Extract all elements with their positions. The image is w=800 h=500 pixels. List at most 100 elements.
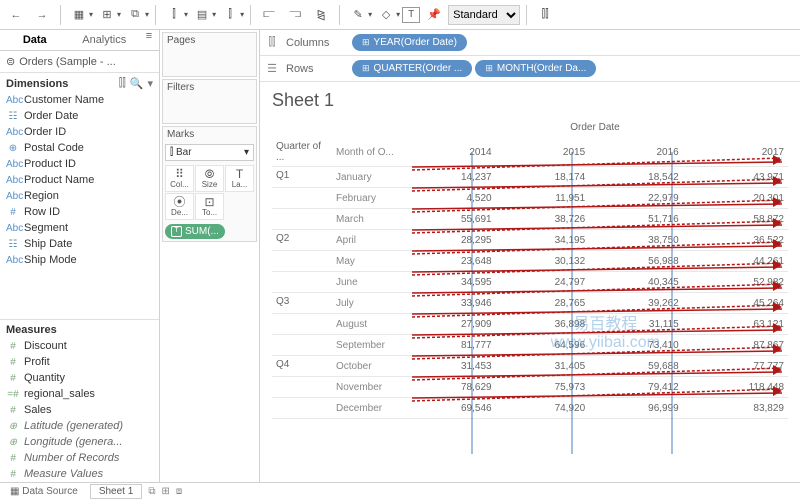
- field-pill[interactable]: ⊞YEAR(Order Date): [352, 34, 467, 51]
- field-item[interactable]: AbcProduct ID: [0, 156, 159, 172]
- quarter-header: Quarter of ...: [272, 138, 332, 167]
- view-toggle-icon[interactable]: ⫿⫿: [119, 77, 126, 90]
- new-worksheet-button[interactable]: ⧉▾: [123, 3, 149, 27]
- swap-button[interactable]: ⫿▾: [162, 3, 188, 27]
- value-cell: 36,898: [496, 314, 590, 335]
- pages-card[interactable]: Pages: [162, 32, 257, 77]
- fit-select[interactable]: Standard: [448, 5, 520, 25]
- new-story-icon[interactable]: ⧈: [176, 486, 182, 497]
- quarter-cell: Q3: [272, 293, 332, 314]
- show-me-button[interactable]: ⫿⫿: [533, 3, 557, 27]
- value-cell: 81,777: [402, 335, 496, 356]
- sum-pill[interactable]: SUM(...: [165, 224, 225, 239]
- measures-header: Measures: [6, 324, 57, 336]
- field-item[interactable]: ☷Ship Date: [0, 236, 159, 252]
- quarter-cell: [272, 335, 332, 356]
- datasource-row[interactable]: ⊜ Orders (Sample - ...: [0, 51, 159, 73]
- value-cell: 83,829: [683, 398, 788, 419]
- value-cell: 52,982: [683, 272, 788, 293]
- rows-shelf[interactable]: ☰ Rows ⊞QUARTER(Order ... ⊞MONTH(Order D…: [260, 56, 800, 82]
- value-cell: 87,867: [683, 335, 788, 356]
- mark-type-select[interactable]: ⫿ Bar▾: [165, 144, 254, 161]
- year-header: 2016: [589, 138, 683, 167]
- filters-card[interactable]: Filters: [162, 79, 257, 124]
- field-type-icon: Abc: [6, 127, 20, 138]
- ungroup-button[interactable]: ⫎: [283, 3, 307, 27]
- field-item[interactable]: #Measure Values: [0, 466, 159, 482]
- field-item[interactable]: #Number of Records: [0, 450, 159, 466]
- marks-cell[interactable]: TLa...: [225, 165, 254, 192]
- field-item[interactable]: =#regional_sales: [0, 386, 159, 402]
- annotate-button[interactable]: ◇▾: [374, 3, 400, 27]
- quarter-cell: Q2: [272, 230, 332, 251]
- field-pill[interactable]: ⊞MONTH(Order Da...: [475, 60, 596, 77]
- sort-asc-button[interactable]: ▤▾: [190, 3, 216, 27]
- field-type-icon: Abc: [6, 223, 20, 234]
- tab-data[interactable]: Data: [0, 30, 70, 50]
- forward-button[interactable]: →: [30, 3, 54, 27]
- measures-list: #Discount#Profit#Quantity=#regional_sale…: [0, 338, 159, 482]
- search-icon[interactable]: 🔍: [130, 77, 144, 90]
- tab-sheet[interactable]: Sheet 1: [90, 484, 142, 499]
- columns-shelf[interactable]: ⫿⫿ Columns ⊞YEAR(Order Date): [260, 30, 800, 56]
- field-label: Product Name: [24, 174, 94, 186]
- field-item[interactable]: #Discount: [0, 338, 159, 354]
- value-cell: 118,448: [683, 377, 788, 398]
- field-item[interactable]: AbcRegion: [0, 188, 159, 204]
- separator: [250, 5, 251, 25]
- field-type-icon: Abc: [6, 175, 20, 186]
- field-type-icon: Abc: [6, 255, 20, 266]
- marks-cell[interactable]: ⊡To...: [195, 193, 224, 220]
- field-item[interactable]: Abc Product Name: [0, 172, 159, 188]
- field-item[interactable]: #Quantity: [0, 370, 159, 386]
- month-cell: December: [332, 398, 402, 419]
- marks-cell[interactable]: ⦿De...: [165, 193, 194, 220]
- field-item[interactable]: ⊕Longitude (genera...: [0, 434, 159, 450]
- field-item[interactable]: AbcSegment: [0, 220, 159, 236]
- new-datasource-button[interactable]: ⊞▾: [95, 3, 121, 27]
- group-button[interactable]: ⫍: [257, 3, 281, 27]
- totals-button[interactable]: ⧎: [309, 3, 333, 27]
- save-button[interactable]: ▦▾: [67, 3, 93, 27]
- value-cell: 77,777: [683, 356, 788, 377]
- field-item[interactable]: AbcOrder ID: [0, 124, 159, 140]
- table-row: May23,64830,13256,98844,261: [272, 251, 788, 272]
- field-pill[interactable]: ⊞QUARTER(Order ...: [352, 60, 472, 77]
- sheet-title[interactable]: Sheet 1: [272, 90, 788, 111]
- field-item[interactable]: ☷Order Date: [0, 108, 159, 124]
- field-item[interactable]: ⊕Postal Code: [0, 140, 159, 156]
- field-label: Profit: [24, 356, 50, 368]
- year-header: 2014: [402, 138, 496, 167]
- field-item[interactable]: ⊕Latitude (generated): [0, 418, 159, 434]
- value-cell: 73,410: [589, 335, 683, 356]
- marks-cell[interactable]: ⦾Size: [195, 165, 224, 192]
- rows-label: Rows: [286, 63, 346, 75]
- tab-data-source[interactable]: ▦ Data Source: [4, 485, 84, 498]
- field-item[interactable]: AbcShip Mode: [0, 252, 159, 268]
- back-button[interactable]: ←: [4, 3, 28, 27]
- pin-button[interactable]: 📌: [422, 3, 446, 27]
- tab-analytics[interactable]: Analytics: [70, 30, 140, 50]
- highlight-button[interactable]: ✎▾: [346, 3, 372, 27]
- field-item[interactable]: AbcCustomer Name: [0, 92, 159, 108]
- field-type-icon: #: [6, 405, 20, 416]
- field-type-icon: Abc: [6, 191, 20, 202]
- text-button[interactable]: T: [402, 7, 420, 23]
- value-cell: 69,546: [402, 398, 496, 419]
- new-worksheet-icon[interactable]: ⧉: [148, 486, 155, 497]
- quarter-cell: [272, 314, 332, 335]
- sort-desc-button[interactable]: ⫿▾: [218, 3, 244, 27]
- menu-caret-icon[interactable]: ▾: [147, 77, 153, 90]
- field-item[interactable]: #Row ID: [0, 204, 159, 220]
- value-cell: 64,596: [496, 335, 590, 356]
- marks-cell[interactable]: ⠿Col...: [165, 165, 194, 192]
- field-label: Discount: [24, 340, 67, 352]
- field-item[interactable]: #Profit: [0, 354, 159, 370]
- data-pane-menu-icon[interactable]: ≡: [139, 30, 159, 50]
- filters-title: Filters: [163, 80, 256, 95]
- value-cell: 38,726: [496, 209, 590, 230]
- table-row: Q1January14,23718,17418,54243,971: [272, 167, 788, 188]
- field-item[interactable]: #Sales: [0, 402, 159, 418]
- new-dashboard-icon[interactable]: ⊞: [161, 486, 169, 497]
- field-type-icon: ☷: [6, 239, 20, 250]
